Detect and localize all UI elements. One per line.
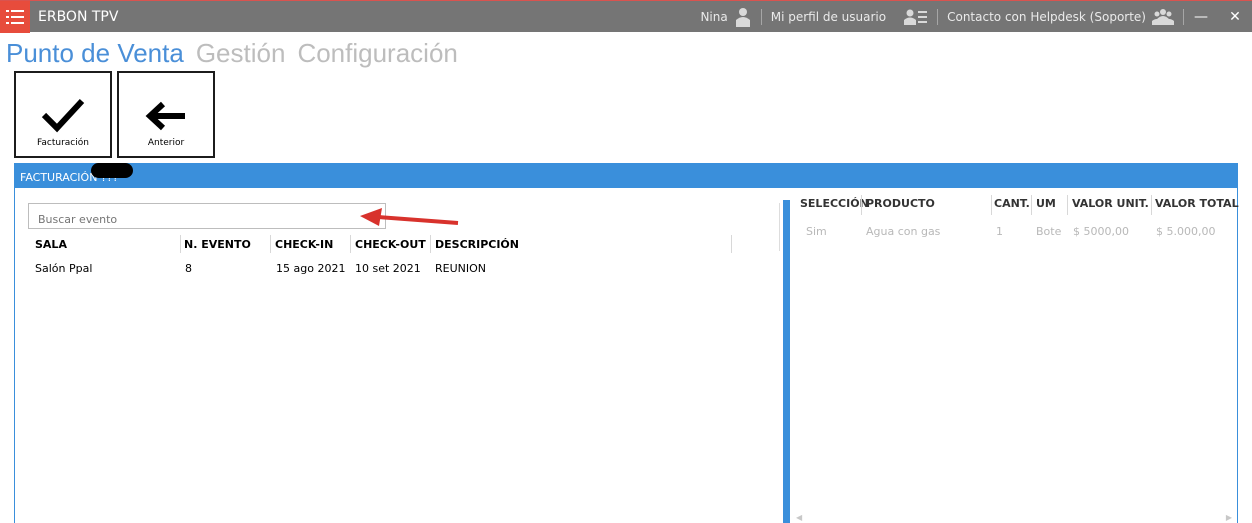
profile-label: Mi perfil de usuario — [770, 10, 887, 24]
tab-punto-de-venta[interactable]: Punto de Venta — [6, 38, 184, 69]
col-header-valor-unit[interactable]: VALOR UNIT. — [1072, 197, 1149, 210]
product-cell-producto[interactable]: Agua con gas — [866, 225, 940, 238]
column-divider[interactable] — [1151, 195, 1152, 215]
column-divider[interactable] — [180, 235, 181, 253]
panel-splitter[interactable] — [783, 200, 790, 523]
tab-gestion[interactable]: Gestión — [196, 38, 286, 69]
col-header-cantidad[interactable]: CANT. — [994, 197, 1030, 210]
event-cell-descripcion[interactable]: REUNION — [435, 262, 486, 275]
back-label: Anterior — [147, 138, 185, 148]
arrow-left-icon — [145, 101, 185, 131]
column-divider[interactable] — [350, 235, 351, 253]
column-divider[interactable] — [991, 195, 992, 215]
billing-label: Facturación — [37, 138, 89, 148]
user-card-icon — [904, 9, 928, 25]
product-cell-um[interactable]: Botel — [1036, 225, 1062, 238]
annotation-arrow — [360, 208, 459, 226]
user-menu[interactable]: Nina — [691, 1, 760, 33]
horizontal-scrollbar[interactable]: ◀ ▶ — [796, 513, 1232, 523]
support-group-icon — [1152, 9, 1174, 25]
redaction-mark — [91, 163, 133, 178]
product-cell-seleccion[interactable]: Sim — [806, 225, 827, 238]
product-cell-cantidad[interactable]: 1 — [996, 225, 1003, 238]
product-cell-valor-unit[interactable]: $ 5000,00 — [1073, 225, 1129, 238]
column-divider[interactable] — [430, 235, 431, 253]
scroll-right-icon[interactable]: ▶ — [1226, 513, 1232, 522]
helpdesk-link[interactable]: Contacto con Helpdesk (Soporte) — [938, 1, 1183, 33]
event-search-input[interactable] — [28, 203, 386, 229]
column-divider[interactable] — [861, 195, 862, 215]
col-header-valor-total[interactable]: VALOR TOTAL — [1155, 197, 1239, 210]
event-cell-checkout[interactable]: 10 set 2021 — [355, 262, 421, 275]
minimize-button[interactable]: — — [1184, 1, 1218, 33]
event-cell-checkin[interactable]: 15 ago 2021 — [276, 262, 345, 275]
column-divider[interactable] — [731, 235, 732, 253]
app-menu-icon[interactable] — [0, 1, 30, 33]
col-header-descripcion[interactable]: DESCRIPCIÓN — [435, 238, 519, 251]
column-divider[interactable] — [270, 235, 271, 253]
col-header-checkin[interactable]: CHECK-IN — [275, 238, 333, 251]
profile-link[interactable]: Mi perfil de usuario — [762, 1, 895, 33]
checkmark-icon — [41, 98, 85, 133]
user-name: Nina — [700, 10, 728, 24]
main-nav: Punto de Venta Gestión Configuración — [6, 38, 458, 69]
col-header-producto[interactable]: PRODUCTO — [866, 197, 935, 210]
col-header-seleccion[interactable]: SELECCIÓN — [800, 197, 869, 210]
billing-button[interactable]: Facturación — [14, 71, 112, 158]
profile-card-button[interactable] — [895, 1, 937, 33]
section-header: FACTURACIÓN ??? — [14, 163, 1238, 188]
col-header-sala[interactable]: SALA — [35, 238, 67, 251]
col-header-checkout[interactable]: CHECK-OUT — [355, 238, 426, 251]
title-bar: ERBON TPV Nina Mi perfil de usuario Cont… — [0, 0, 1252, 33]
scroll-left-icon[interactable]: ◀ — [796, 513, 802, 522]
close-button[interactable]: ✕ — [1218, 1, 1252, 33]
event-cell-numero[interactable]: 8 — [185, 262, 192, 275]
back-button[interactable]: Anterior — [117, 71, 215, 158]
title-bar-actions: Nina Mi perfil de usuario Contacto con H… — [691, 1, 1252, 33]
event-cell-sala[interactable]: Salón Ppal — [35, 262, 92, 275]
column-divider[interactable] — [1067, 195, 1068, 215]
col-header-evento[interactable]: N. EVENTO — [184, 238, 251, 251]
tab-configuracion[interactable]: Configuración — [297, 38, 457, 69]
column-divider[interactable] — [1031, 195, 1032, 215]
panel-divider — [779, 203, 780, 251]
user-icon — [735, 8, 750, 27]
app-title: ERBON TPV — [38, 9, 119, 25]
col-header-um[interactable]: UM — [1036, 197, 1056, 210]
helpdesk-label: Contacto con Helpdesk (Soporte) — [947, 10, 1146, 24]
product-cell-valor-total[interactable]: $ 5.000,00 — [1156, 225, 1215, 238]
